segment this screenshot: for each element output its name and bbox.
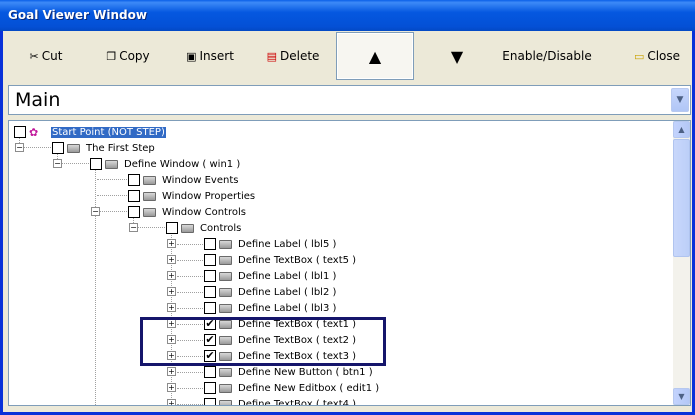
step-icon xyxy=(67,143,80,153)
up-arrow-icon: ▲ xyxy=(368,46,382,66)
expand-icon[interactable]: + xyxy=(167,383,176,392)
collapse-icon[interactable]: − xyxy=(129,223,138,232)
close-button[interactable]: ▭ Close xyxy=(627,31,687,81)
control-item[interactable]: Define Label ( lbl5 ) xyxy=(204,236,336,252)
step-icon xyxy=(143,191,156,201)
checkbox[interactable] xyxy=(52,142,64,154)
expand-icon[interactable]: + xyxy=(167,367,176,376)
step-icon xyxy=(181,223,194,233)
checkbox[interactable] xyxy=(90,158,102,170)
expand-icon[interactable]: + xyxy=(167,399,176,405)
step-icon xyxy=(219,239,232,249)
control-item[interactable]: Define New Editbox ( edit1 ) xyxy=(204,380,379,396)
delete-button[interactable]: ▤ Delete xyxy=(261,31,325,81)
control-item-label: Define TextBox ( text5 ) xyxy=(238,254,357,266)
control-item-label: Define Label ( lbl2 ) xyxy=(238,286,337,298)
step-icon xyxy=(143,175,156,185)
toolbar: ✂ Cut ❐ Copy ▣ Insert ▤ Delete ▲ ▼ Enabl… xyxy=(3,31,692,81)
tree-node-first-step[interactable]: The First Step xyxy=(52,140,155,156)
step-icon xyxy=(105,159,118,169)
step-icon xyxy=(219,303,232,313)
scroll-down-icon[interactable]: ▼ xyxy=(673,388,690,405)
checkbox[interactable] xyxy=(204,286,216,298)
chevron-down-icon[interactable]: ▼ xyxy=(671,88,689,112)
cut-button[interactable]: ✂ Cut xyxy=(21,31,71,81)
control-item-label: Define New Editbox ( edit1 ) xyxy=(238,382,380,394)
checkbox[interactable] xyxy=(204,254,216,266)
control-item[interactable]: Define TextBox ( text5 ) xyxy=(204,252,356,268)
vertical-scrollbar[interactable]: ▲ ▼ xyxy=(673,121,690,405)
checkbox[interactable] xyxy=(204,398,216,405)
start-icon: ✿ xyxy=(29,125,39,139)
step-icon xyxy=(219,287,232,297)
step-icon xyxy=(143,207,156,217)
goal-tree[interactable]: ✿ Start Point (NOT STEP) − The First Ste… xyxy=(8,120,691,406)
control-item-label: Define New Button ( btn1 ) xyxy=(238,366,373,378)
move-up-button[interactable]: ▲ xyxy=(336,32,414,80)
expand-icon[interactable]: + xyxy=(167,255,176,264)
expand-icon[interactable]: + xyxy=(167,239,176,248)
tree-node-root[interactable]: ✿ Start Point (NOT STEP) xyxy=(14,124,166,140)
checkbox[interactable] xyxy=(204,366,216,378)
goal-viewer-window: Goal Viewer Window ✂ Cut ❐ Copy ▣ Insert… xyxy=(0,0,695,415)
control-item[interactable]: Define Label ( lbl2 ) xyxy=(204,284,336,300)
insert-icon: ▣ xyxy=(186,49,197,63)
collapse-icon[interactable]: − xyxy=(53,159,62,168)
tree-node-controls[interactable]: Controls xyxy=(166,220,241,236)
down-arrow-icon: ▼ xyxy=(450,46,464,66)
control-item-label: Define Label ( lbl5 ) xyxy=(238,238,337,250)
checkbox[interactable] xyxy=(128,206,140,218)
tree-node-window-controls[interactable]: Window Controls xyxy=(128,204,246,220)
tree-node-define-window[interactable]: Define Window ( win1 ) xyxy=(90,156,240,172)
scissors-icon: ✂ xyxy=(29,49,39,63)
window-title: Goal Viewer Window xyxy=(0,0,695,31)
checkbox[interactable] xyxy=(128,190,140,202)
enable-disable-button[interactable]: Enable/Disable xyxy=(495,31,599,81)
checkbox[interactable] xyxy=(14,126,26,138)
goal-select[interactable]: Main ▼ xyxy=(8,85,691,115)
scroll-up-icon[interactable]: ▲ xyxy=(673,121,690,138)
insert-button[interactable]: ▣ Insert xyxy=(180,31,240,81)
step-icon xyxy=(219,367,232,377)
checkbox[interactable] xyxy=(204,238,216,250)
copy-icon: ❐ xyxy=(106,49,117,63)
checkbox[interactable] xyxy=(204,270,216,282)
control-item-label: Define TextBox ( text4 ) xyxy=(238,398,357,406)
step-icon xyxy=(219,255,232,265)
tree-node-window-events[interactable]: Window Events xyxy=(128,172,238,188)
step-icon xyxy=(219,271,232,281)
control-item[interactable]: Define Label ( lbl1 ) xyxy=(204,268,336,284)
expand-icon[interactable]: + xyxy=(167,271,176,280)
checkbox[interactable] xyxy=(204,302,216,314)
control-item-label: Define Label ( lbl3 ) xyxy=(238,302,337,314)
step-icon xyxy=(219,399,232,405)
control-item[interactable]: Define New Button ( btn1 ) xyxy=(204,364,373,380)
step-icon xyxy=(219,383,232,393)
expand-icon[interactable]: + xyxy=(167,303,176,312)
collapse-icon[interactable]: − xyxy=(91,207,100,216)
checkbox[interactable] xyxy=(128,174,140,186)
highlight-box xyxy=(140,317,386,366)
checkbox[interactable] xyxy=(166,222,178,234)
copy-button[interactable]: ❐ Copy xyxy=(99,31,157,81)
control-item[interactable]: Define TextBox ( text4 ) xyxy=(204,396,357,406)
scroll-thumb[interactable] xyxy=(673,139,690,257)
control-item-label: Define Label ( lbl1 ) xyxy=(238,270,337,282)
expand-icon[interactable]: + xyxy=(167,287,176,296)
collapse-icon[interactable]: − xyxy=(15,143,24,152)
control-item[interactable]: Define Label ( lbl3 ) xyxy=(204,300,336,316)
goal-select-value: Main xyxy=(15,89,61,111)
folder-icon: ▭ xyxy=(633,49,645,63)
move-down-button[interactable]: ▼ xyxy=(438,31,476,81)
checkbox[interactable] xyxy=(204,382,216,394)
tree-node-window-properties[interactable]: Window Properties xyxy=(128,188,255,204)
delete-icon: ▤ xyxy=(266,49,277,63)
